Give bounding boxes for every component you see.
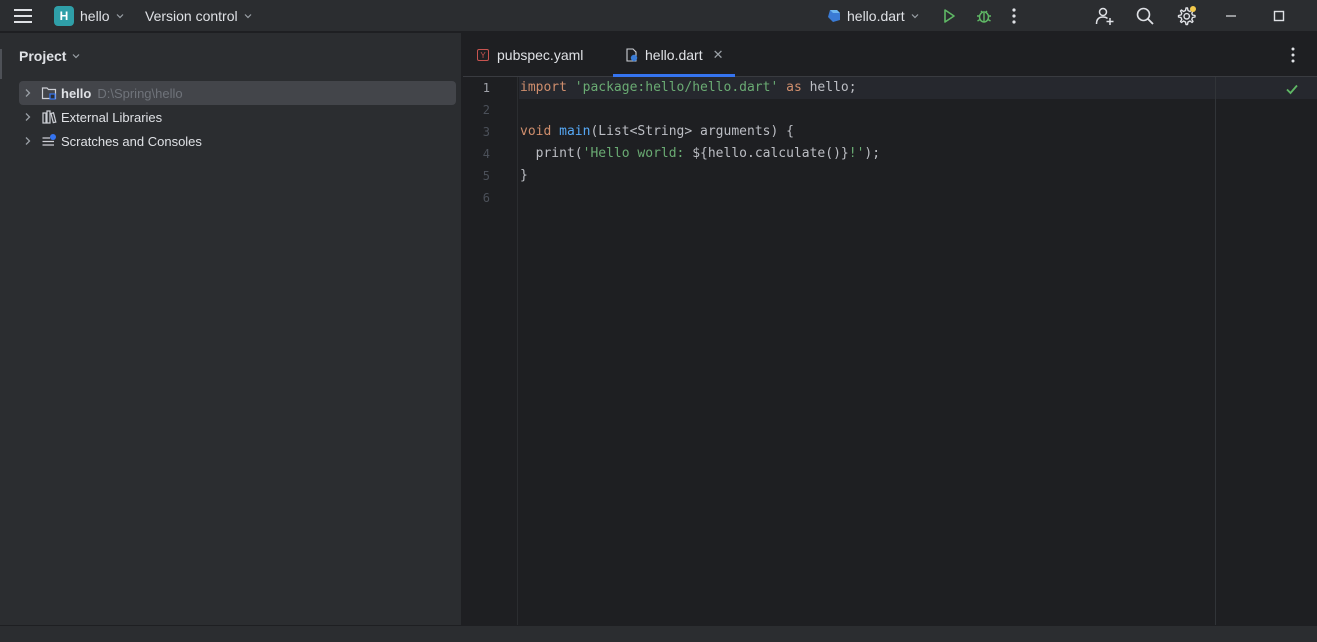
settings-button[interactable] xyxy=(1175,0,1197,32)
scratches-icon xyxy=(42,134,56,146)
version-control-menu[interactable]: Version control xyxy=(145,0,252,32)
hamburger-icon xyxy=(14,9,32,23)
library-icon xyxy=(42,110,57,124)
close-tab-icon[interactable]: ✕ xyxy=(713,47,724,63)
right-margin-guide xyxy=(1215,77,1216,625)
tree-item-path: D:\Spring\hello xyxy=(97,85,183,101)
project-tree: hello D:\Spring\hello External Libraries… xyxy=(19,81,456,153)
line-number-gutter: 1 2 3 4 5 6 xyxy=(463,77,518,625)
chevron-down-icon xyxy=(244,14,252,19)
code-with-me-button[interactable] xyxy=(1095,0,1115,32)
status-bar xyxy=(0,625,1317,642)
chevron-down-icon xyxy=(73,54,80,59)
notification-dot xyxy=(1190,6,1196,12)
tab-pubspec-yaml[interactable]: Y pubspec.yaml xyxy=(477,33,583,77)
line-number: 2 xyxy=(482,103,490,117)
code-editor[interactable]: import 'package:hello/hello.dart' as hel… xyxy=(519,77,1317,625)
project-switcher[interactable]: H hello xyxy=(54,0,124,32)
folder-module-icon xyxy=(41,87,57,100)
no-problems-check-icon[interactable] xyxy=(1285,82,1299,96)
tab-label: pubspec.yaml xyxy=(497,47,584,63)
title-bar: H hello Version control hello.dart xyxy=(0,0,1317,32)
line-number: 3 xyxy=(482,125,490,139)
chevron-right-icon[interactable] xyxy=(23,136,33,146)
version-control-label: Version control xyxy=(145,8,238,24)
editor-tab-bar: Y pubspec.yaml hello.dart ✕ xyxy=(463,33,1317,77)
editor-area: Y pubspec.yaml hello.dart ✕ 1 2 3 4 5 6 … xyxy=(463,33,1317,625)
dart-file-icon xyxy=(626,48,638,62)
debug-button[interactable] xyxy=(975,0,993,32)
add-user-icon xyxy=(1095,7,1114,25)
project-name: hello xyxy=(80,8,110,24)
yaml-file-icon: Y xyxy=(477,49,489,61)
tree-item-label: Scratches and Consoles xyxy=(61,133,202,149)
tree-item-hello[interactable]: hello D:\Spring\hello xyxy=(19,81,456,105)
project-tool-indicator[interactable] xyxy=(0,49,2,79)
search-everywhere-button[interactable] xyxy=(1136,0,1154,32)
more-vertical-icon[interactable] xyxy=(1291,47,1295,63)
dart-logo-icon xyxy=(828,10,840,22)
main-menu-button[interactable] xyxy=(14,0,36,32)
line-number: 6 xyxy=(482,191,490,205)
tab-label: hello.dart xyxy=(645,47,703,63)
line-number: 5 xyxy=(482,169,490,183)
minimize-window-button[interactable] xyxy=(1224,0,1238,32)
gear-icon xyxy=(1177,6,1196,26)
tree-item-external-libraries[interactable]: External Libraries xyxy=(19,105,456,129)
more-vertical-icon xyxy=(1012,8,1016,24)
run-configuration-selector[interactable]: hello.dart xyxy=(827,0,919,32)
line-number: 4 xyxy=(482,147,490,161)
chevron-right-icon[interactable] xyxy=(23,112,33,122)
line-number: 1 xyxy=(482,81,490,95)
search-icon xyxy=(1136,7,1154,25)
play-icon xyxy=(944,9,955,23)
run-config-label: hello.dart xyxy=(847,8,905,24)
maximize-window-button[interactable] xyxy=(1272,0,1286,32)
project-view-selector[interactable]: Project xyxy=(19,33,80,79)
minimize-icon xyxy=(1226,15,1236,17)
project-panel-title: Project xyxy=(19,48,67,64)
code-line-1: import 'package:hello/hello.dart' as hel… xyxy=(520,80,857,95)
chevron-down-icon xyxy=(911,14,919,19)
chevron-down-icon xyxy=(116,14,124,19)
tree-item-scratches[interactable]: Scratches and Consoles xyxy=(19,129,456,153)
code-line-5: } xyxy=(520,168,528,183)
code-line-4: print('Hello world: ${hello.calculate()}… xyxy=(520,146,881,161)
project-badge-icon: H xyxy=(54,6,74,26)
more-actions-button[interactable] xyxy=(1012,0,1024,32)
tree-item-label: External Libraries xyxy=(61,109,163,125)
project-tool-window: Project hello D:\Spring\hello External L… xyxy=(6,33,462,625)
run-button[interactable] xyxy=(941,0,959,32)
bug-icon xyxy=(977,10,991,23)
code-line-3: void main(List<String> arguments) { xyxy=(520,124,794,139)
tab-hello-dart[interactable]: hello.dart ✕ xyxy=(613,33,736,77)
tree-item-label: hello xyxy=(61,85,92,101)
maximize-icon xyxy=(1273,10,1285,22)
chevron-right-icon[interactable] xyxy=(23,88,33,98)
